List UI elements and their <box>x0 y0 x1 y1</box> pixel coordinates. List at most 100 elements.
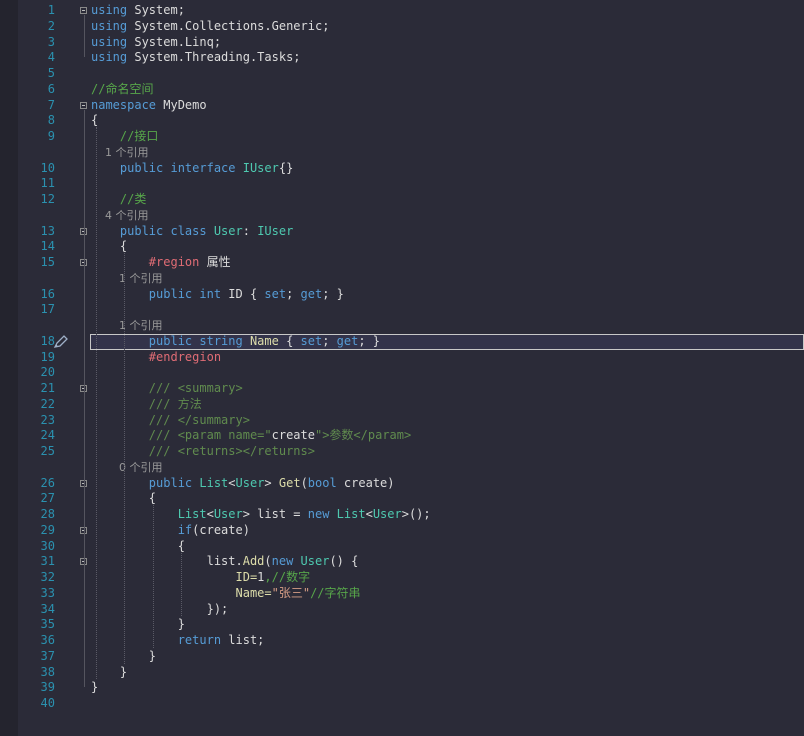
code-token: { <box>286 333 301 348</box>
code-token: MyDemo <box>163 97 207 112</box>
code-token: ; <box>322 333 337 348</box>
indent-guide <box>153 505 154 648</box>
code-token: IUser <box>257 223 294 238</box>
code-line: public int ID { set; get; } <box>91 286 344 302</box>
line-number: 33 <box>40 585 55 600</box>
code-line: /// </summary> <box>91 412 250 428</box>
code-token: : <box>242 223 258 238</box>
code-line: using System.Collections.Generic; <box>91 18 329 34</box>
code-token: 1 个引用 <box>91 271 163 285</box>
line-number: 25 <box>40 444 55 458</box>
line-number: 28 <box>40 507 55 521</box>
code-token: System; <box>134 3 185 17</box>
code-line: //类 <box>91 191 146 207</box>
line-number: 1 <box>47 3 55 17</box>
code-token: ,//数字 <box>264 570 311 584</box>
indent-guide <box>124 253 125 664</box>
line-number: 3 <box>47 34 55 49</box>
code-token: bool <box>307 475 344 490</box>
fold-region-line <box>84 109 85 688</box>
code-token: 1 个引用 <box>91 145 149 159</box>
code-token: User <box>372 507 402 521</box>
line-number: 7 <box>47 97 55 112</box>
code-line: list.Add(new User() { <box>91 553 359 569</box>
line-number: 16 <box>40 286 55 301</box>
code-token: >(); <box>401 507 431 521</box>
code-token: public string <box>91 333 250 348</box>
code-token: if <box>91 522 193 537</box>
code-token: ; <box>286 286 301 301</box>
line-number: 23 <box>40 412 55 427</box>
code-token: ; } <box>358 333 381 348</box>
line-number: 13 <box>40 223 55 238</box>
line-number: 38 <box>40 664 55 679</box>
code-line: public interface IUser{} <box>91 160 293 176</box>
line-number: 5 <box>47 66 55 80</box>
code-token: () { <box>329 554 359 569</box>
code-token: > list = <box>242 507 308 521</box>
editor-left-strip <box>0 0 18 736</box>
code-token: public interface <box>91 160 243 175</box>
code-token: < <box>206 507 214 521</box>
code-token: //接口 <box>91 129 159 143</box>
code-token: create) <box>343 475 395 490</box>
code-token: using <box>91 50 135 65</box>
code-token: #region <box>91 255 207 269</box>
code-token: Get <box>278 475 301 490</box>
code-line: using System; <box>91 2 185 18</box>
code-token: List <box>336 507 366 521</box>
code-token: public int <box>91 286 229 301</box>
code-line: public string Name { set; get; } <box>91 333 380 349</box>
code-token: User <box>235 475 265 490</box>
code-token: //字符串 <box>310 585 361 600</box>
code-token: {} <box>278 160 294 175</box>
line-number: 37 <box>40 648 55 663</box>
code-token: IUser <box>242 160 279 175</box>
code-token: /// </summary> <box>91 412 250 427</box>
codelens-reference-count[interactable]: 1 个引用 <box>91 144 149 160</box>
line-number: 35 <box>40 617 55 632</box>
line-number: 29 <box>40 522 55 537</box>
code-line: /// <param name="create">参数</param> <box>91 427 411 443</box>
code-token: < <box>228 475 236 490</box>
code-token: get <box>300 286 323 301</box>
line-number: 36 <box>40 633 55 647</box>
code-token: } <box>91 680 99 695</box>
code-editor[interactable]: 1 using System; 2 using System.Collections.… <box>0 0 804 736</box>
code-token: public class <box>91 223 214 238</box>
code-token: Name <box>249 333 287 348</box>
code-token: 1 个引用 <box>91 319 163 332</box>
code-token: list. <box>91 554 243 569</box>
code-line: } <box>91 679 98 695</box>
line-number: 32 <box>40 570 55 584</box>
code-token: set <box>300 333 323 348</box>
line-number: 34 <box>40 601 55 616</box>
code-line: if(create) <box>91 522 250 538</box>
code-line: using System.Linq; <box>91 34 221 50</box>
line-number: 26 <box>40 475 55 490</box>
code-token: { <box>91 538 185 553</box>
code-line: } <box>91 616 185 632</box>
line-number: 39 <box>40 680 55 695</box>
line-number: 31 <box>40 554 55 569</box>
codelens-reference-count[interactable]: 1 个引用 <box>91 270 163 286</box>
code-token: ID= <box>91 570 258 584</box>
code-token: #endregion <box>91 349 222 364</box>
code-token: (create) <box>192 522 250 537</box>
line-number: 2 <box>47 18 55 33</box>
codelens-reference-count[interactable]: 1 个引用 <box>91 317 163 333</box>
fold-toggle-icon[interactable] <box>80 7 87 14</box>
code-line: #endregion <box>91 349 221 365</box>
line-number: 21 <box>40 381 55 395</box>
line-number: 10 <box>40 160 55 175</box>
code-token: using <box>91 3 135 17</box>
code-token: System.Linq; <box>134 34 222 49</box>
codelens-reference-count[interactable]: 4 个引用 <box>91 207 149 223</box>
code-line: namespace MyDemo <box>91 97 207 113</box>
code-token: System.Threading.Tasks; <box>134 50 301 65</box>
code-token: //类 <box>91 192 147 206</box>
line-number: 6 <box>47 81 55 96</box>
code-line: using System.Threading.Tasks; <box>91 49 301 65</box>
fold-toggle-icon[interactable] <box>80 101 87 109</box>
codelens-reference-count[interactable]: 0 个引用 <box>91 459 163 475</box>
